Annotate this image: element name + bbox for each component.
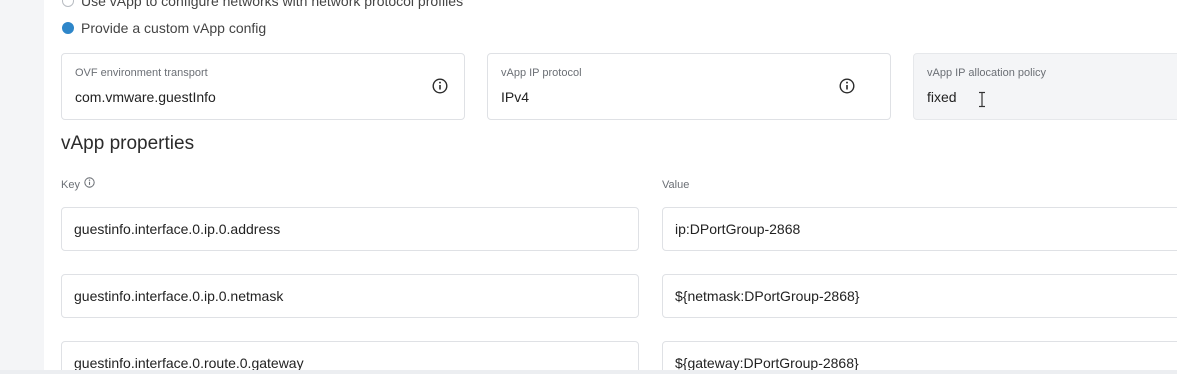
field-label: vApp IP allocation policy	[927, 67, 1047, 79]
window-bottom-edge	[0, 370, 1177, 374]
column-header-text: Key	[61, 179, 80, 191]
section-title: vApp properties	[61, 133, 195, 154]
key-column-header: Key	[61, 177, 95, 191]
radio-custom-config[interactable]: Provide a custom vApp config	[62, 18, 266, 38]
field-value: IPv4	[501, 89, 530, 105]
vapp-options-panel: Use vApp to configure networks with netw…	[44, 0, 1177, 370]
field-value: com.vmware.guestInfo	[75, 89, 216, 105]
ip-protocol-field[interactable]: vApp IP protocol IPv4	[487, 53, 891, 120]
property-value-input[interactable]: ip:DPortGroup-2868	[662, 207, 1177, 251]
info-icon[interactable]	[839, 78, 855, 94]
field-label: OVF environment transport	[75, 67, 208, 79]
radio-button-selected[interactable]	[62, 22, 74, 34]
ovf-transport-field[interactable]: OVF environment transport com.vmware.gue…	[61, 53, 465, 120]
text-cursor-icon	[979, 91, 985, 108]
column-header-text: Value	[662, 179, 690, 191]
radio-protocol-profiles[interactable]: Use vApp to configure networks with netw…	[62, 0, 463, 11]
field-label: vApp IP protocol	[501, 67, 582, 79]
field-value: fixed	[927, 89, 957, 105]
property-key-input[interactable]: guestinfo.interface.0.ip.0.netmask	[61, 274, 639, 318]
info-icon[interactable]	[432, 78, 448, 94]
value-column-header: Value	[662, 179, 689, 191]
property-key-input[interactable]: guestinfo.interface.0.route.0.gateway	[61, 341, 639, 370]
radio-label: Provide a custom vApp config	[81, 20, 267, 36]
property-value-input[interactable]: ${netmask:DPortGroup-2868}	[662, 274, 1177, 318]
property-value-input[interactable]: ${gateway:DPortGroup-2868}	[662, 341, 1177, 370]
ip-allocation-policy-field: vApp IP allocation policy fixed	[913, 53, 1177, 120]
radio-button-unselected[interactable]	[62, 0, 74, 7]
radio-label: Use vApp to configure networks with netw…	[81, 0, 464, 9]
info-icon[interactable]	[84, 177, 95, 188]
property-key-input[interactable]: guestinfo.interface.0.ip.0.address	[61, 207, 639, 251]
